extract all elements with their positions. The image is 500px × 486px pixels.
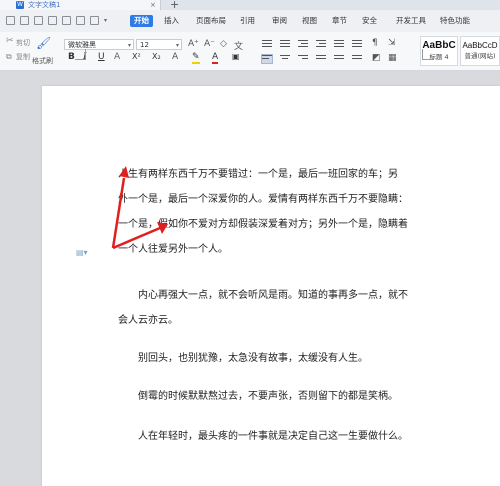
numbered-list-icon[interactable] — [280, 40, 290, 48]
paragraph-icon[interactable]: ¶ — [372, 38, 378, 48]
show-marks-icon[interactable]: ⇲ — [388, 38, 396, 48]
chinese-layout-icon[interactable] — [334, 40, 344, 48]
menu-view[interactable]: 视图 — [298, 15, 321, 27]
text-effect-button[interactable]: A — [172, 52, 178, 62]
cut-icon[interactable]: ✂ — [6, 36, 14, 46]
style-sample: AaBbCcD — [462, 41, 498, 50]
align-right-icon[interactable] — [298, 55, 308, 63]
menu-insert[interactable]: 插入 — [160, 15, 183, 27]
bold-button[interactable]: B — [68, 52, 75, 62]
undo-icon[interactable] — [76, 16, 85, 25]
format-painter-icon[interactable]: 🖌 — [36, 36, 51, 50]
align-left-icon[interactable] — [261, 54, 273, 64]
text-line: 会人云亦云。 — [118, 315, 178, 326]
file-menu-icon[interactable] — [6, 16, 15, 25]
subscript-button[interactable]: X₂ — [152, 52, 161, 61]
paragraph: 人生有两样东西千万不要错过：一个是，最后一班回家的车；另 外一个是，最后一个深爱… — [118, 162, 470, 262]
menu-review[interactable]: 审阅 — [268, 15, 291, 27]
strikethrough-button[interactable]: A — [114, 52, 120, 62]
grow-font-icon[interactable]: A⁺ — [188, 39, 199, 49]
paragraph: 内心再强大一点，就不会听风是雨。知道的事再多一点，就不 会人云亦云。 — [118, 283, 470, 333]
tab-bar: W 文字文稿1 × + — [0, 0, 500, 11]
text-line: 别回头，也别犹豫，太急没有故事，太缓没有人生。 — [118, 353, 368, 364]
text-line: 外一个是，最后一个深爱你的人。爱情有两样东西千万不要隐瞒： — [118, 194, 408, 205]
underline-button[interactable]: U — [98, 52, 105, 62]
chevron-down-icon: ▾ — [127, 42, 131, 49]
menu-references[interactable]: 引用 — [236, 15, 259, 27]
open-icon[interactable] — [34, 16, 43, 25]
paragraph-handle-icon[interactable]: ▤▾ — [76, 248, 88, 257]
redo-icon[interactable] — [90, 16, 99, 25]
clear-format-icon[interactable]: ◇ — [220, 39, 227, 49]
cut-label[interactable]: 剪切 — [16, 38, 30, 48]
distributed-icon[interactable] — [334, 55, 344, 63]
paragraph: 人在年轻时，最头疼的一件事就是决定自己这一生要做什么。 — [118, 424, 470, 449]
font-size-select[interactable]: 12 ▾ — [136, 39, 182, 50]
sort-icon[interactable] — [352, 40, 362, 48]
margin-corner-top-left — [75, 49, 86, 60]
text-line: 人在年轻时，最头疼的一件事就是决定自己这一生要做什么。 — [118, 431, 408, 442]
shrink-font-icon[interactable]: A⁻ — [204, 39, 215, 49]
save-icon[interactable] — [20, 16, 29, 25]
align-center-icon[interactable] — [280, 55, 290, 63]
copy-icon[interactable]: ⧉ — [6, 52, 12, 62]
line-spacing-icon[interactable] — [352, 55, 362, 63]
close-tab-icon[interactable]: × — [150, 0, 156, 10]
text-line: 内心再强大一点，就不会听风是雨。知道的事再多一点，就不 — [118, 290, 408, 301]
text-line: 一个是，假如你不爱对方却假装深爱着对方；另外一个是，隐瞒着 — [118, 219, 408, 230]
pinyin-icon[interactable]: 文 — [234, 39, 243, 52]
print-icon[interactable] — [48, 16, 57, 25]
style-normal-web[interactable]: AaBbCcD 普通(网站) — [460, 36, 500, 66]
superscript-button[interactable]: X² — [132, 52, 141, 61]
menu-security[interactable]: 安全 — [358, 15, 381, 27]
menu-developer-tools[interactable]: 开发工具 — [392, 15, 430, 27]
bullet-list-icon[interactable] — [262, 40, 272, 48]
increase-indent-icon[interactable] — [316, 40, 326, 48]
justify-icon[interactable] — [316, 55, 326, 63]
font-color-button[interactable]: A — [212, 52, 219, 64]
paragraph: 别回头，也别犹豫，太急没有故事，太缓没有人生。 — [118, 346, 470, 371]
paragraph: 倒霉的时候默默熬过去，不要声张，否则留下的都是笑柄。 — [118, 384, 470, 409]
margin-corner-top-right — [422, 49, 433, 60]
copy-label[interactable]: 复制 — [16, 52, 30, 62]
style-caption: 普通(网站) — [464, 52, 496, 60]
menu-page-layout[interactable]: 页面布局 — [192, 15, 230, 27]
char-border-icon[interactable]: ▣ — [232, 52, 240, 61]
borders-icon[interactable]: ▦ — [388, 53, 397, 63]
document-tab[interactable]: W 文字文稿1 × — [0, 0, 161, 10]
text-line: 人生有两样东西千万不要错过：一个是，最后一班回家的车；另 — [118, 169, 398, 180]
more-icon[interactable]: ▾ — [104, 16, 113, 25]
document-icon: W — [16, 1, 24, 9]
shading-icon[interactable]: ◩ — [372, 53, 381, 63]
menu-home[interactable]: 开始 — [130, 15, 153, 27]
text-line: 一个人往爱另外一个人。 — [118, 244, 228, 255]
menu-sections[interactable]: 章节 — [328, 15, 351, 27]
menu-bar: ▾ 开始 插入 页面布局 引用 审阅 视图 章节 安全 开发工具 特色功能 — [0, 10, 500, 33]
document-tab-title: 文字文稿1 — [28, 1, 61, 9]
format-painter-label[interactable]: 格式刷 — [32, 56, 53, 66]
text-line: 倒霉的时候默默熬过去，不要声张，否则留下的都是笑柄。 — [118, 391, 398, 402]
menu-special-features[interactable]: 特色功能 — [436, 15, 474, 27]
decrease-indent-icon[interactable] — [298, 40, 308, 48]
font-family-value: 微软雅黑 — [68, 41, 96, 49]
font-size-value: 12 — [140, 41, 149, 49]
preview-icon[interactable] — [62, 16, 71, 25]
highlight-button[interactable]: ✎ — [192, 52, 200, 64]
chevron-down-icon: ▾ — [175, 42, 179, 49]
